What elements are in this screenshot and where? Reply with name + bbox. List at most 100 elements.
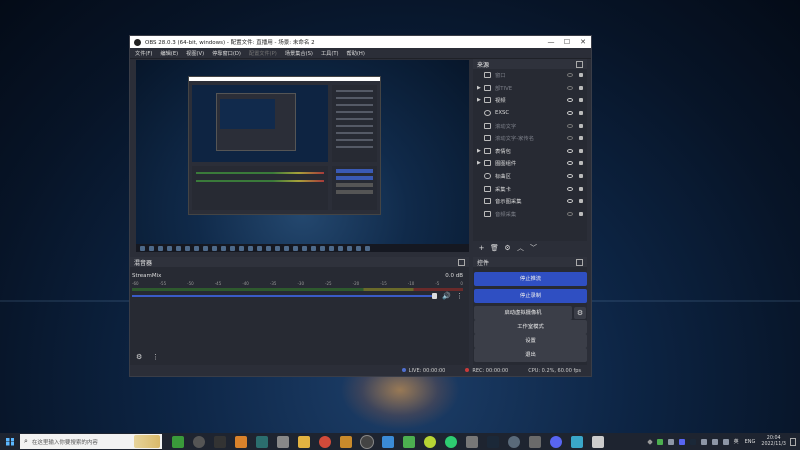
visibility-icon[interactable] (567, 123, 573, 128)
mixer-menu-icon[interactable]: ⋮ (152, 353, 159, 361)
lock-icon[interactable] (579, 186, 583, 191)
source-properties-button[interactable]: ⚙ (503, 244, 512, 253)
volume-slider-handle[interactable] (432, 293, 437, 299)
tray-steam-icon[interactable] (689, 438, 696, 445)
chrome-icon[interactable] (319, 435, 331, 448)
app-icon[interactable] (340, 435, 352, 448)
expand-icon[interactable]: ▶ (477, 85, 482, 91)
lock-icon[interactable] (579, 85, 583, 90)
app-icon[interactable] (529, 435, 541, 448)
app-icon[interactable] (466, 435, 478, 448)
source-item[interactable]: 音示图采集 (473, 195, 587, 208)
clock[interactable]: 20:04 2022/11/3 (761, 436, 786, 448)
source-item[interactable]: 标曲区 (473, 170, 587, 183)
stop-record-button[interactable]: 停止录制 (474, 289, 587, 303)
move-down-button[interactable]: ﹀ (529, 244, 538, 253)
virtual-camera-settings-icon[interactable]: ⚙ (574, 307, 586, 319)
volume-icon[interactable] (722, 438, 729, 445)
lock-icon[interactable] (579, 98, 583, 103)
lock-icon[interactable] (579, 136, 583, 141)
expand-icon[interactable]: ▶ (477, 148, 482, 154)
app-icon[interactable] (424, 435, 436, 448)
settings-button[interactable]: 设置 (474, 334, 587, 348)
lock-icon[interactable] (579, 123, 583, 128)
lock-icon[interactable] (579, 148, 583, 153)
xbox-app-icon[interactable] (172, 435, 184, 448)
channel-menu-icon[interactable]: ⋮ (456, 292, 463, 300)
menu-view[interactable]: 视图(V) (186, 50, 204, 57)
source-item[interactable]: 滚动文字 (473, 119, 587, 132)
source-item[interactable]: ▶ 表情包 (473, 145, 587, 158)
tray-app-icon[interactable] (656, 438, 663, 445)
capcut-app-icon[interactable] (214, 435, 226, 448)
terminal-app-icon[interactable] (256, 435, 268, 448)
steam-icon[interactable] (487, 435, 499, 448)
language-indicator[interactable]: ENG (745, 439, 756, 445)
media-app-icon[interactable] (193, 435, 205, 448)
virtual-camera-button[interactable]: 启动虚拟摄像机 (474, 306, 572, 320)
ime-indicator[interactable]: 英 (734, 438, 739, 445)
remove-source-button[interactable]: 🗑 (490, 244, 499, 253)
visibility-icon[interactable] (567, 186, 573, 191)
source-item[interactable]: 音频采集 (473, 208, 587, 221)
cloud-app-icon[interactable] (277, 435, 289, 448)
preview-canvas[interactable] (136, 60, 469, 252)
source-item[interactable]: ▶ 视频 (473, 94, 587, 107)
source-item[interactable]: EXSC (473, 107, 587, 120)
menu-edit[interactable]: 编辑(E) (160, 50, 178, 57)
lock-icon[interactable] (579, 199, 583, 204)
menu-scene-collection[interactable]: 场景集合(S) (285, 50, 313, 57)
wechat-icon[interactable] (445, 435, 457, 448)
visibility-icon[interactable] (567, 211, 573, 216)
float-dock-icon[interactable] (576, 259, 583, 266)
source-item[interactable]: 滚动文字-家传名 (473, 132, 587, 145)
move-up-button[interactable]: ︿ (516, 244, 525, 253)
app-icon[interactable] (382, 435, 394, 448)
speaker-icon[interactable]: 🔊 (442, 292, 451, 300)
stop-stream-button[interactable]: 停止推流 (474, 272, 587, 286)
add-source-button[interactable]: + (477, 244, 486, 253)
microphone-icon[interactable] (700, 438, 707, 445)
source-item[interactable]: 窗口 (473, 69, 587, 82)
app-icon[interactable] (592, 435, 604, 448)
discord-icon[interactable] (550, 435, 562, 448)
lock-icon[interactable] (579, 174, 583, 179)
app-icon[interactable] (508, 435, 520, 448)
source-item[interactable]: ▶ 图图组件 (473, 157, 587, 170)
notification-icon[interactable] (790, 437, 796, 446)
mixer-settings-icon[interactable]: ⚙ (136, 353, 142, 361)
tray-app-icon[interactable] (678, 438, 685, 445)
app-icon[interactable] (235, 435, 247, 448)
lock-icon[interactable] (579, 211, 583, 216)
visibility-icon[interactable] (567, 148, 573, 153)
close-button[interactable]: ✕ (575, 38, 591, 46)
tray-app-icon[interactable] (667, 438, 674, 445)
app-icon[interactable] (403, 435, 415, 448)
studio-mode-button[interactable]: 工作室模式 (474, 320, 587, 334)
visibility-icon[interactable] (567, 85, 573, 90)
menu-help[interactable]: 帮助(H) (347, 50, 365, 57)
menu-profile[interactable]: 配置文件(P) (249, 50, 277, 57)
float-dock-icon[interactable] (576, 61, 583, 68)
source-item[interactable]: ▶ 部TIVE (473, 82, 587, 95)
volume-slider[interactable] (132, 295, 437, 297)
menu-file[interactable]: 文件(F) (135, 50, 152, 57)
menu-docks[interactable]: 停靠窗口(D) (212, 50, 241, 57)
lock-icon[interactable] (579, 161, 583, 166)
exit-button[interactable]: 退出 (474, 348, 587, 362)
menu-tools[interactable]: 工具(T) (321, 50, 339, 57)
taskbar-search[interactable]: ⌕ 在这里输入你要搜索的内容 (20, 434, 162, 449)
expand-icon[interactable]: ▶ (477, 97, 482, 103)
tray-overflow-icon[interactable] (646, 438, 653, 445)
lock-icon[interactable] (579, 111, 583, 116)
float-dock-icon[interactable] (458, 259, 465, 266)
app-icon[interactable] (571, 435, 583, 448)
file-explorer-icon[interactable] (298, 435, 310, 448)
minimize-button[interactable]: — (543, 38, 559, 46)
maximize-button[interactable]: ☐ (559, 38, 575, 46)
lock-icon[interactable] (579, 73, 583, 78)
network-icon[interactable] (711, 438, 718, 445)
expand-icon[interactable]: ▶ (477, 160, 482, 166)
obs-taskbar-icon[interactable] (361, 435, 373, 448)
start-button[interactable] (4, 433, 16, 450)
